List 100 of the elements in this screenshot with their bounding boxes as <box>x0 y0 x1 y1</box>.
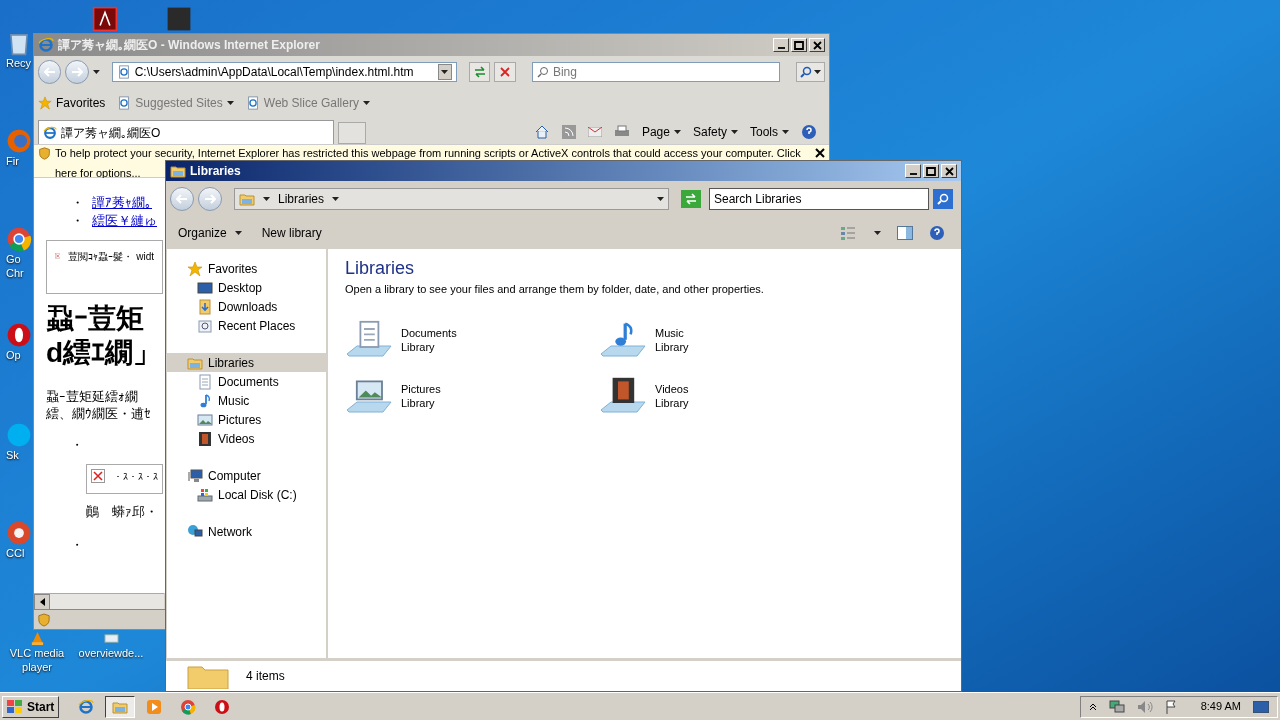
taskbar-app-button[interactable] <box>105 695 136 718</box>
caret-icon <box>731 130 738 134</box>
navigation-item[interactable]: Local Disk (C:) <box>167 485 326 504</box>
caret-icon <box>782 130 789 134</box>
page-heading: Libraries <box>345 257 415 279</box>
help-icon[interactable] <box>801 124 817 140</box>
computer-icon <box>187 467 203 484</box>
library-tile[interactable]: Music Library <box>599 315 853 364</box>
favorites-bar-item[interactable]: Favorites <box>38 94 106 112</box>
navigation-item[interactable]: Desktop <box>167 278 326 297</box>
minimize-button[interactable] <box>905 164 921 178</box>
shield-warning-icon <box>38 147 51 160</box>
view-options-icon[interactable] <box>840 226 858 240</box>
forward-arrow-icon <box>204 194 216 204</box>
caret-icon <box>362 101 370 105</box>
folder-icon <box>170 163 186 179</box>
app-icon[interactable] <box>166 6 192 32</box>
page-heading: d繧ｴ繝」 <box>46 336 162 370</box>
refresh-button[interactable] <box>468 62 491 82</box>
navigation-item[interactable]: Videos <box>167 429 326 448</box>
caret-icon <box>92 70 100 74</box>
volume-icon[interactable] <box>1136 699 1153 714</box>
navigation-item[interactable]: Favorites <box>167 259 326 278</box>
navigation-item[interactable]: Recent Places <box>167 316 326 335</box>
search-icon <box>799 66 812 78</box>
shortcut-label: CCl <box>6 546 25 560</box>
browser-tab[interactable]: 譚ア莠ャ繝｡繝医O <box>38 120 334 144</box>
shortcut-label: Chr <box>6 266 24 280</box>
help-icon[interactable] <box>929 225 945 241</box>
ring-icon <box>214 698 231 715</box>
library-tile[interactable]: Documents Library <box>345 315 599 364</box>
search-field[interactable]: Bing <box>531 62 780 82</box>
navigation-item[interactable]: Documents <box>167 372 326 391</box>
page-link[interactable]: 繧医￥縺ゅ <box>92 212 157 230</box>
network-icon[interactable] <box>1108 699 1125 714</box>
navigation-item[interactable]: Libraries <box>167 353 326 372</box>
forward-button[interactable] <box>65 60 89 84</box>
image-alt-text: ・ｽ・ｽ・ｽ <box>113 470 158 484</box>
library-tile[interactable]: Videos Library <box>599 371 853 420</box>
document-icon[interactable] <box>92 6 118 32</box>
address-field[interactable]: C:\Users\admin\AppData\Local\Temp\index.html.htm <box>111 62 457 82</box>
broken-image-icon <box>91 469 105 483</box>
back-button[interactable] <box>38 60 62 84</box>
organize-menu[interactable]: Organize <box>178 224 242 242</box>
minimize-button[interactable] <box>773 38 789 52</box>
maximize-icon <box>794 40 804 50</box>
web-page-icon <box>116 65 131 79</box>
back-button[interactable] <box>170 187 194 211</box>
navigation-item[interactable]: Computer <box>167 466 326 485</box>
start-button[interactable]: Start <box>2 695 60 718</box>
page-paragraph: 蝨ｰ荳矩延繧ｫ繝 <box>46 388 138 405</box>
clock-icon <box>197 317 213 334</box>
information-bar[interactable]: To help protect your security, Internet Explorer has restricted this webpage from running scripts or ActiveX controls that could access your computer. Click <box>34 144 829 160</box>
command-menu[interactable]: Tools <box>750 123 789 141</box>
home-icon[interactable] <box>533 125 550 139</box>
new-library-button[interactable]: New library <box>261 224 322 242</box>
flag-icon[interactable] <box>1164 699 1177 714</box>
app-icon[interactable] <box>6 520 32 546</box>
show-hidden-icons-icon[interactable] <box>1088 702 1097 711</box>
film-icon <box>197 430 213 447</box>
search-button[interactable] <box>795 62 825 82</box>
information-bar[interactable]: here for options... <box>34 160 165 178</box>
command-menu[interactable]: Safety <box>692 123 738 141</box>
stop-button[interactable] <box>494 62 516 82</box>
show-desktop-icon[interactable] <box>1253 700 1269 713</box>
caret-icon <box>657 197 664 201</box>
minimize-icon <box>909 173 917 175</box>
library-tile[interactable]: Pictures Library <box>345 371 599 420</box>
navigation-item[interactable]: Network <box>167 522 326 541</box>
star-icon <box>187 260 203 277</box>
address-bar[interactable]: Libraries <box>234 188 669 210</box>
refresh-button[interactable] <box>681 190 701 208</box>
item-count: 4 items <box>246 668 285 685</box>
page-heading: 蝨ｰ荳矩 <box>46 302 144 336</box>
navigation-item[interactable]: Downloads <box>167 297 326 316</box>
caret-icon <box>673 130 681 134</box>
navigation-item[interactable]: Pictures <box>167 410 326 429</box>
clock[interactable]: 8:49 AM <box>1200 698 1241 715</box>
command-menu[interactable]: Page <box>641 123 681 141</box>
feeds-icon[interactable] <box>561 125 576 139</box>
page-link[interactable]: 譚ｱ莠ｬ繝｡ <box>92 194 152 212</box>
navigation-item[interactable]: Music <box>167 391 326 410</box>
search-field[interactable]: Search Libraries <box>709 188 929 210</box>
file-icon[interactable] <box>103 631 119 646</box>
close-button[interactable] <box>815 148 825 158</box>
forward-button[interactable] <box>198 187 222 211</box>
search-button[interactable] <box>933 189 953 209</box>
picture-icon <box>197 411 213 428</box>
windows-logo-icon <box>7 699 23 714</box>
horizontal-scrollbar[interactable] <box>34 593 164 609</box>
ring-icon[interactable] <box>6 322 32 348</box>
preview-pane-icon[interactable] <box>897 226 913 240</box>
list-bullet: ・ <box>71 194 84 212</box>
print-icon[interactable] <box>613 125 630 139</box>
window-title: Libraries <box>190 163 241 180</box>
maximize-button[interactable] <box>791 38 807 52</box>
maximize-button[interactable] <box>923 164 939 178</box>
stop-icon <box>500 67 511 77</box>
mail-icon[interactable] <box>587 127 602 137</box>
browser-icon[interactable] <box>6 226 32 252</box>
